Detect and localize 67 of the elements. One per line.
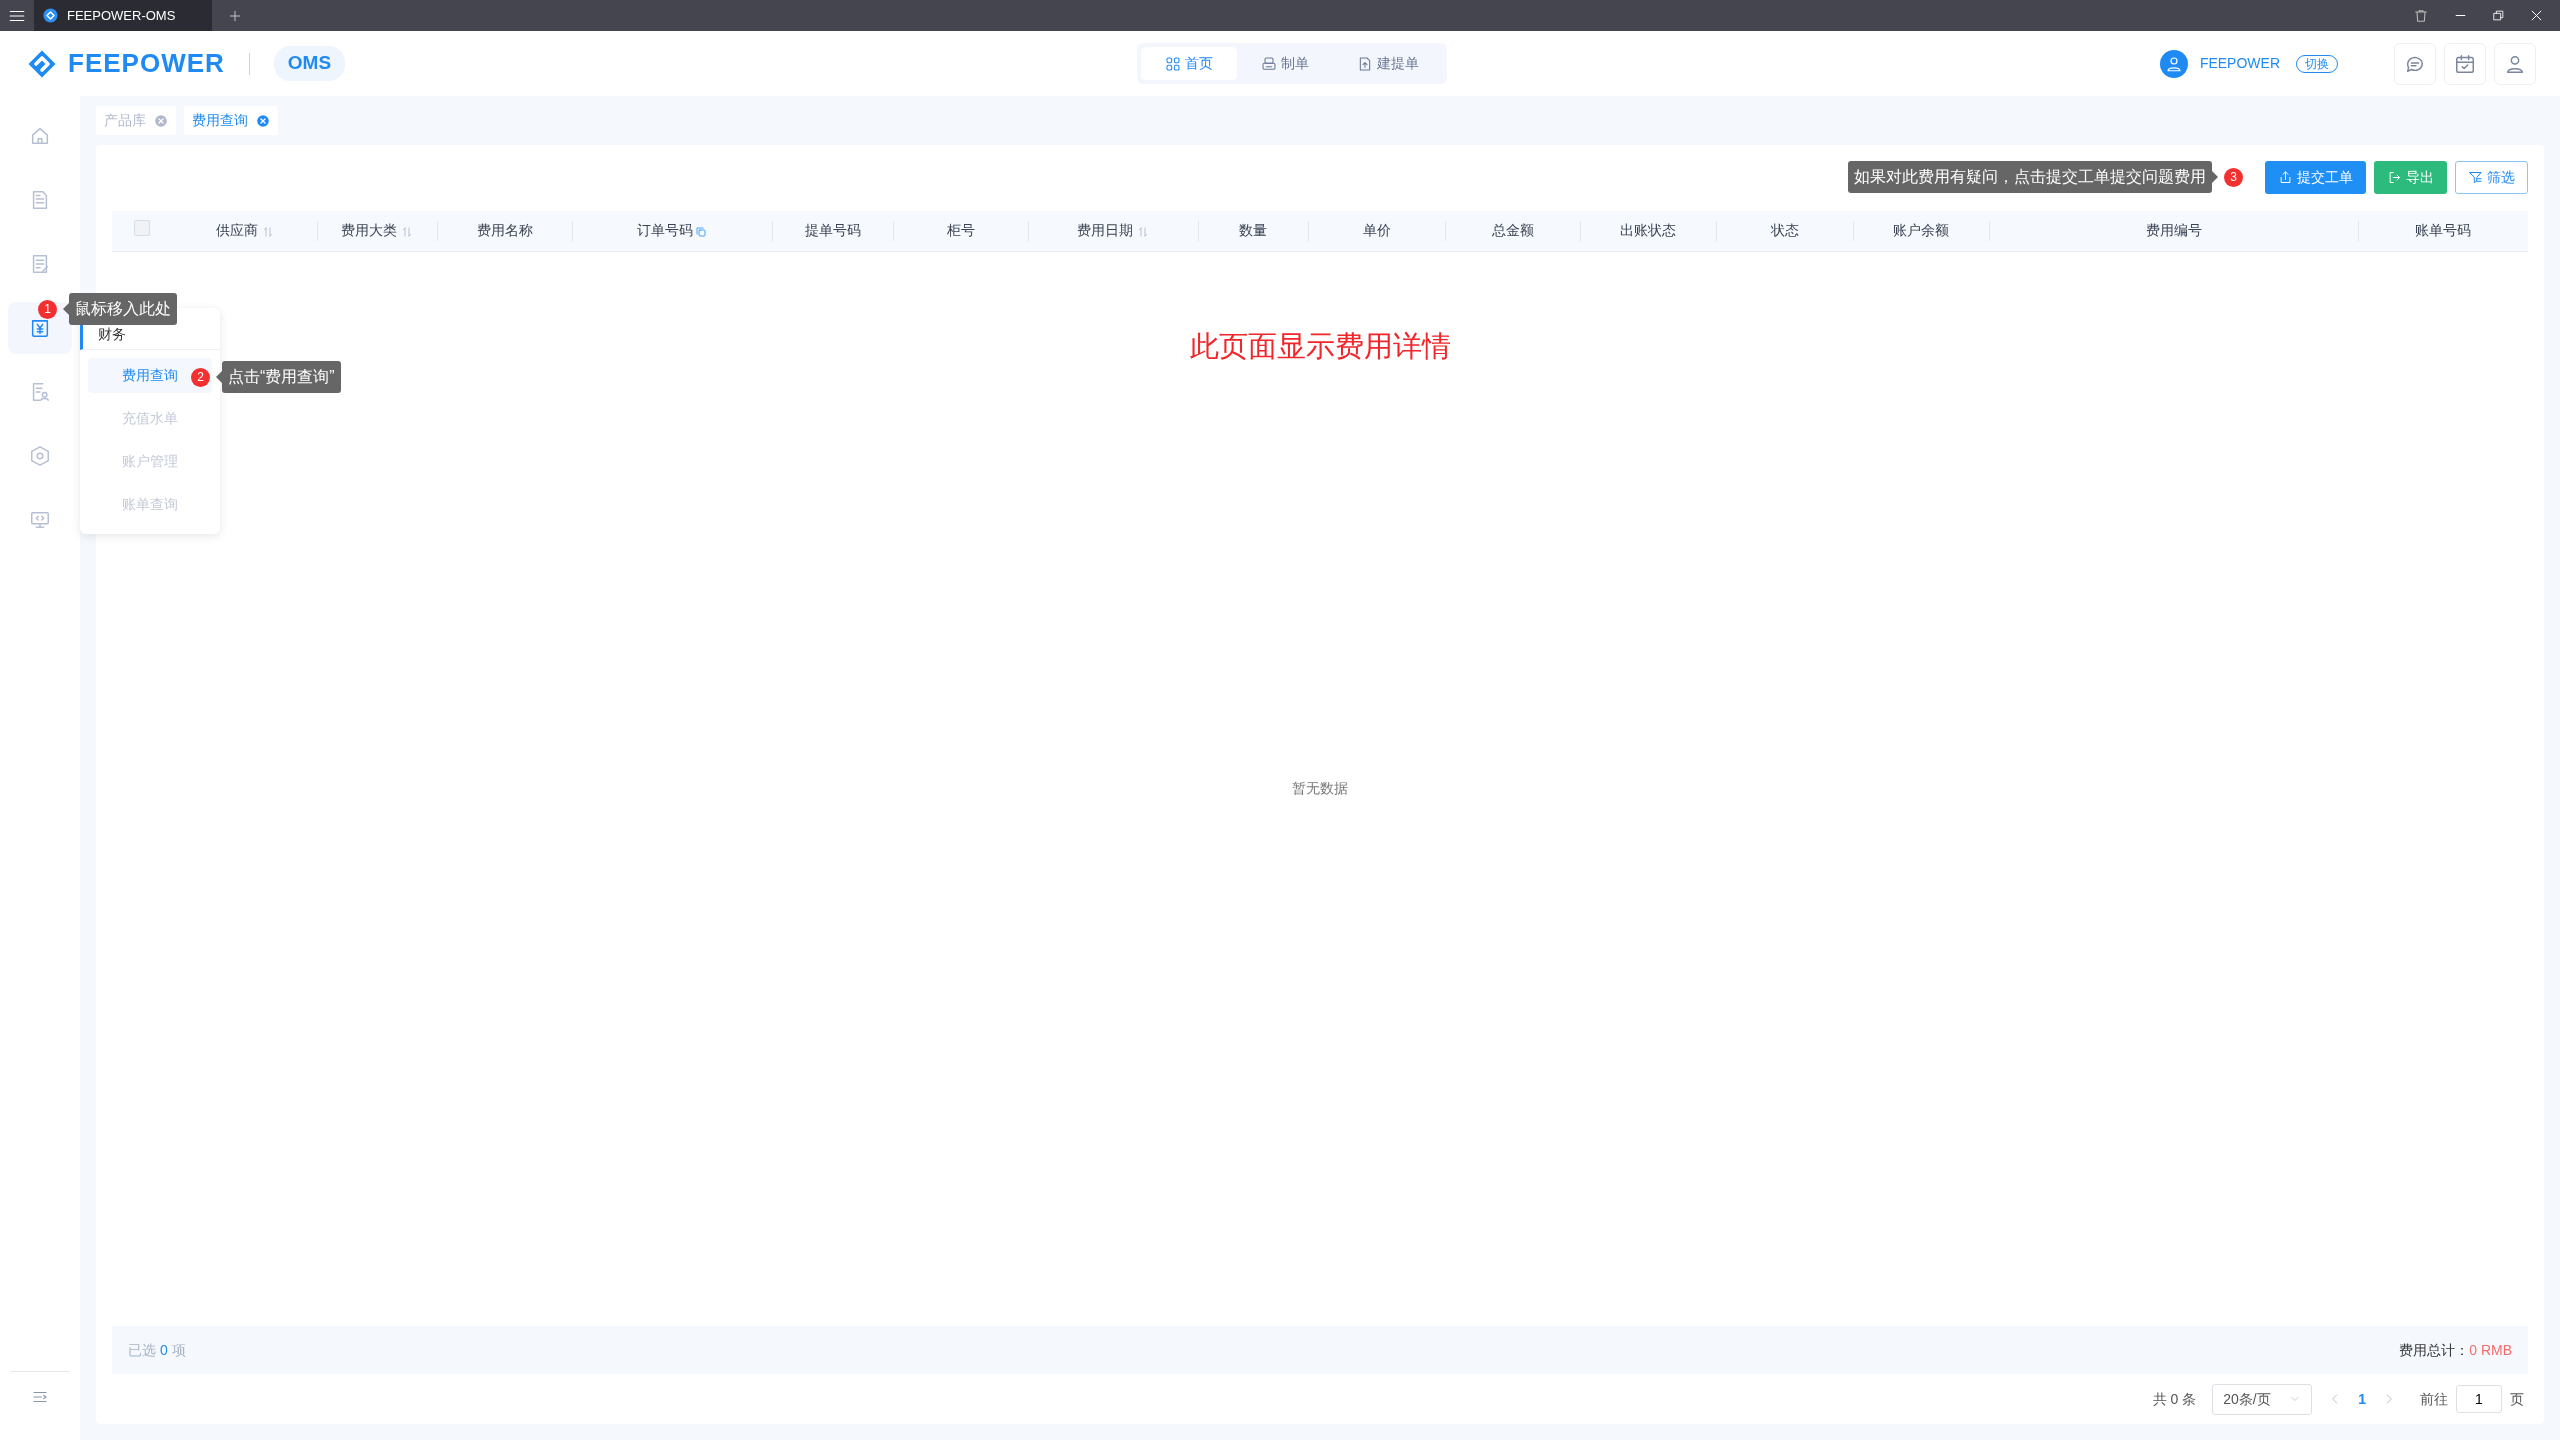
printer-icon (1261, 55, 1278, 72)
column-header: 费用名称 (437, 211, 572, 251)
sort-icon[interactable] (261, 225, 274, 238)
tooltip: 如果对此费用有疑问，点击提交工单提交问题费用 (1848, 161, 2218, 193)
fee-total: 费用总计：0 RMB (2399, 1340, 2512, 1360)
nav-tab[interactable]: 首页 (1141, 47, 1238, 80)
column-header: 提单号码 (772, 211, 893, 251)
avatar-icon (2159, 49, 2188, 78)
copy-icon[interactable] (695, 225, 707, 238)
finance-icon (29, 317, 51, 339)
account-button[interactable] (2494, 42, 2536, 85)
submit-ticket-button[interactable]: 提交工单 (2265, 161, 2366, 194)
page-tab[interactable]: 费用查询 (184, 106, 278, 135)
notice-text: 此页面显示费用详情 (1189, 328, 1451, 364)
browser-tab[interactable]: FEEPOWER-OMS (34, 0, 212, 31)
message-button[interactable] (2394, 42, 2436, 85)
column-header: 费用大类 (317, 211, 437, 251)
column-header: 供应商 (172, 211, 317, 251)
select-all-checkbox[interactable] (134, 219, 150, 236)
page-input[interactable]: 1 (2456, 1385, 2502, 1413)
calendar-icon (2454, 52, 2476, 75)
column-header: 总金额 (1445, 211, 1580, 251)
page-number[interactable]: 1 (2358, 1388, 2366, 1410)
brand-name: FEEPOWER (68, 47, 225, 80)
filter-icon (2468, 170, 2483, 185)
new-tab-icon[interactable] (228, 8, 242, 23)
tooltip: 鼠标移入此处 (63, 293, 177, 325)
monitor-icon (29, 509, 51, 531)
nav-tab[interactable]: 建提单 (1333, 47, 1444, 80)
switch-button[interactable]: 切换 (2296, 54, 2338, 73)
share-icon (2278, 170, 2293, 185)
column-header: 数量 (1198, 211, 1308, 251)
tooltip: 点击“费用查询” (216, 361, 341, 393)
exit-icon (2387, 170, 2402, 185)
user-name: FEEPOWER (2199, 54, 2280, 73)
grid-icon (1165, 55, 1182, 72)
total-count: 共 0 条 (2152, 1389, 2197, 1409)
trash-icon[interactable] (2413, 7, 2429, 24)
page-unit: 页 (2510, 1389, 2524, 1409)
selected-count: 已选 0 项 (128, 1340, 186, 1360)
nav-tab[interactable]: 制单 (1237, 47, 1334, 80)
column-header: 状态 (1716, 211, 1853, 251)
app-name: OMS (273, 46, 346, 81)
column-header: 账户余额 (1853, 211, 1989, 251)
sort-icon[interactable] (401, 225, 413, 238)
sidebar-item[interactable] (8, 302, 72, 354)
settings-icon (29, 445, 51, 467)
column-header: 单价 (1308, 211, 1445, 251)
column-header: 订单号码 (572, 211, 772, 251)
column-header: 账单号码 (2358, 211, 2528, 251)
tab-title: FEEPOWER-OMS (67, 6, 176, 25)
page-size-select[interactable]: 20条/页 (2212, 1383, 2313, 1415)
calendar-button[interactable] (2444, 42, 2486, 85)
filter-button[interactable]: 筛选 (2455, 161, 2528, 194)
sort-icon[interactable] (1137, 225, 1149, 238)
restore-icon[interactable] (2492, 9, 2505, 22)
empty-text: 暂无数据 (1291, 779, 1349, 798)
home-icon (29, 125, 51, 147)
column-header: 出账状态 (1580, 211, 1716, 251)
export-button[interactable]: 导出 (2374, 161, 2447, 194)
logo-icon (42, 7, 59, 24)
column-header: 费用日期 (1028, 211, 1198, 251)
goto-label: 前往 (2420, 1389, 2448, 1409)
page-tab[interactable]: 产品库 (96, 106, 176, 135)
column-header: 柜号 (893, 211, 1028, 251)
column-header: 费用编号 (1989, 211, 2358, 251)
close-icon[interactable] (2529, 8, 2544, 23)
